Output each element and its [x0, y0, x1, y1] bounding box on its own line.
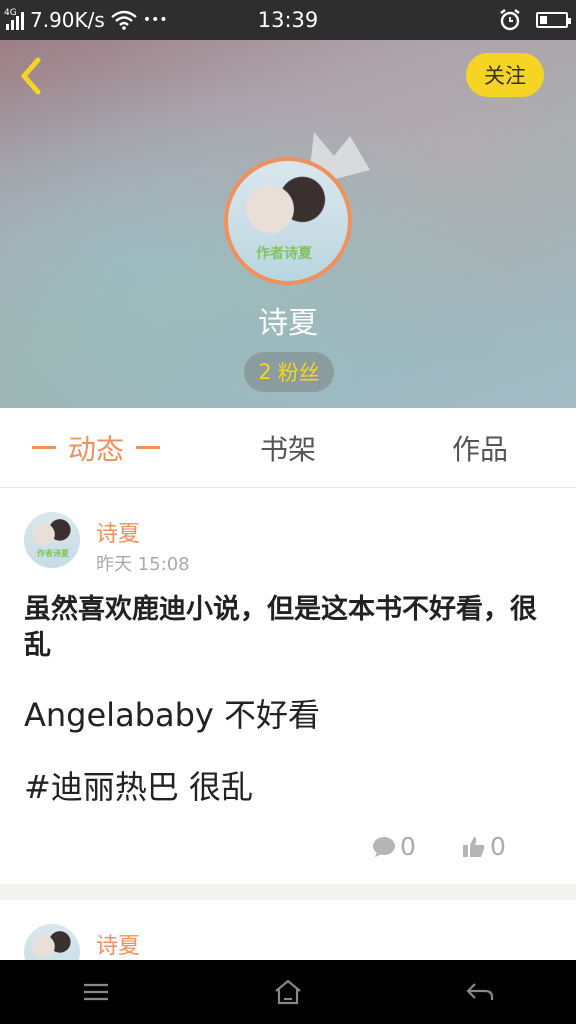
profile-tabs: 动态 书架 作品 — [0, 408, 576, 488]
status-time: 13:39 — [257, 8, 319, 32]
comment-icon — [373, 836, 395, 857]
avatar-watermark: 作者诗夏 — [256, 246, 312, 262]
fans-count-button[interactable]: 2 粉丝 — [244, 352, 334, 392]
feed-post[interactable]: 作者诗夏 诗夏 — [0, 900, 576, 960]
follow-button[interactable]: 关注 — [466, 53, 544, 97]
alarm-icon — [500, 9, 520, 31]
fans-label: 粉丝 — [277, 361, 320, 385]
back-nav-button[interactable] — [450, 962, 510, 1022]
post-author-name[interactable]: 诗夏 — [96, 928, 140, 960]
like-button[interactable]: 0 — [462, 832, 506, 861]
post-author-name[interactable]: 诗夏 — [96, 516, 140, 548]
post-author-avatar[interactable]: 作者诗夏 — [24, 924, 80, 960]
tab-activity[interactable]: 动态 — [0, 408, 192, 487]
back-arrow-icon — [466, 983, 494, 1000]
fans-count: 2 — [258, 360, 272, 384]
tab-works[interactable]: 作品 — [384, 408, 576, 487]
post-timestamp: 昨天 15:08 — [96, 554, 190, 575]
status-bar: 4G 7.90K/s ••• 13:39 — [0, 0, 576, 40]
active-tab-dash-right — [136, 446, 160, 449]
tab-bookshelf-label: 书架 — [259, 432, 316, 466]
back-button[interactable] — [14, 54, 50, 98]
post-author-avatar[interactable]: 作者诗夏 — [24, 512, 80, 568]
profile-avatar[interactable]: 作者诗夏 — [224, 157, 352, 285]
menu-icon — [84, 983, 108, 1001]
tab-works-label: 作品 — [451, 432, 508, 466]
profile-username: 诗夏 — [258, 306, 318, 341]
home-icon — [275, 979, 301, 1005]
menu-button[interactable] — [66, 962, 126, 1022]
avatar-watermark: 作者诗夏 — [37, 549, 69, 558]
post-body-line[interactable]: #迪丽热巴 很乱 — [24, 762, 253, 808]
like-count: 0 — [490, 832, 506, 861]
profile-header: 关注 作者诗夏 诗夏 2 粉丝 — [0, 40, 576, 408]
home-button[interactable] — [258, 962, 318, 1022]
chevron-left-icon — [21, 57, 41, 95]
battery-icon — [536, 12, 571, 28]
thumbs-up-icon — [463, 836, 485, 857]
active-tab-dash-left — [31, 446, 56, 449]
tab-bookshelf[interactable]: 书架 — [192, 408, 384, 487]
system-nav-bar — [0, 960, 576, 1024]
comment-count: 0 — [400, 832, 416, 861]
post-title: 虽然喜欢鹿迪小说，但是这本书不好看，很乱 — [24, 594, 537, 661]
tab-activity-label: 动态 — [67, 432, 124, 466]
comment-button[interactable]: 0 — [372, 832, 416, 861]
post-body-line: Angelababy 不好看 — [24, 696, 321, 734]
feed-post[interactable]: 作者诗夏 诗夏 昨天 15:08 虽然喜欢鹿迪小说，但是这本书不好看，很乱 An… — [0, 488, 576, 884]
